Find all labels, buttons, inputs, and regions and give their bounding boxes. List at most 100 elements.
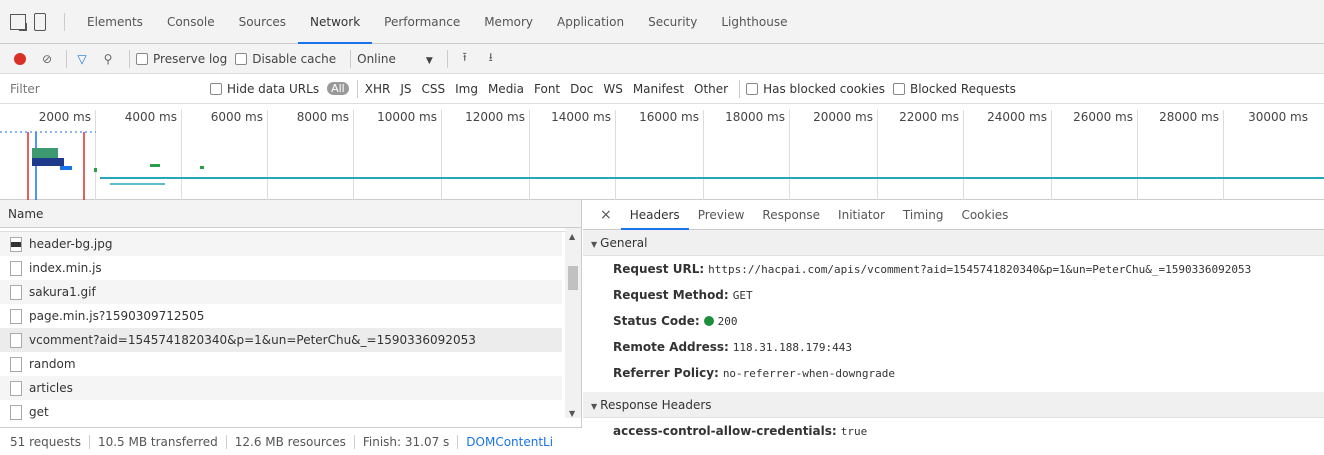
filter-icon[interactable]: ▽ bbox=[71, 52, 93, 66]
tab-headers[interactable]: Headers bbox=[620, 200, 689, 230]
tab-response[interactable]: Response bbox=[753, 200, 829, 230]
tab-network[interactable]: Network bbox=[298, 0, 373, 44]
request-name: sakura1.gif bbox=[29, 285, 96, 299]
filter-type-other[interactable]: Other bbox=[689, 82, 733, 96]
filter-type-xhr[interactable]: XHR bbox=[360, 82, 396, 96]
header-value: 200 bbox=[717, 315, 738, 328]
general-section-header[interactable]: ▼ General bbox=[583, 230, 1324, 256]
preserve-log-checkbox[interactable] bbox=[136, 52, 148, 65]
disable-cache-checkbox[interactable] bbox=[235, 52, 248, 65]
finish-time: Finish: 31.07 s bbox=[362, 434, 450, 449]
request-row[interactable]: page.min.js?1590309712505 bbox=[0, 304, 562, 328]
divider bbox=[446, 49, 448, 68]
tab-performance[interactable]: Performance bbox=[372, 0, 472, 44]
waterfall-bar bbox=[200, 166, 204, 169]
header-row: access-control-allow-credentials: true bbox=[583, 418, 1324, 444]
filter-type-ws[interactable]: WS bbox=[598, 82, 627, 96]
filter-input[interactable] bbox=[10, 81, 210, 96]
request-row[interactable]: articles bbox=[0, 376, 562, 400]
record-icon[interactable] bbox=[14, 52, 26, 65]
request-list-scrollbar[interactable]: ▲ ▼ bbox=[565, 228, 581, 418]
scroll-down-icon[interactable]: ▼ bbox=[569, 409, 575, 418]
has-blocked-cookies-checkbox[interactable] bbox=[746, 82, 759, 95]
divider bbox=[225, 434, 227, 449]
network-summary-bar: 51 requests 10.5 MB transferred 12.6 MB … bbox=[0, 427, 582, 455]
tab-lighthouse[interactable]: Lighthouse bbox=[709, 0, 799, 44]
header-row: Request URL: https://hacpai.com/apis/vcom… bbox=[583, 256, 1324, 282]
filter-type-font[interactable]: Font bbox=[529, 82, 565, 96]
close-icon[interactable]: × bbox=[591, 200, 621, 230]
request-name: header-bg.jpg bbox=[29, 237, 113, 251]
tab-sources[interactable]: Sources bbox=[227, 0, 298, 44]
tab-application[interactable]: Application bbox=[545, 0, 636, 44]
hide-data-urls-toggle[interactable]: Hide data URLs bbox=[210, 82, 319, 96]
tab-memory[interactable]: Memory bbox=[472, 0, 545, 44]
filter-type-js[interactable]: JS bbox=[395, 82, 416, 96]
filter-type-media[interactable]: Media bbox=[483, 82, 529, 96]
file-icon bbox=[10, 260, 22, 276]
header-key: Status Code: bbox=[613, 314, 700, 328]
expand-triangle-icon: ▼ bbox=[591, 402, 598, 411]
request-name: get bbox=[29, 405, 49, 419]
import-har-icon[interactable]: ⭱ bbox=[454, 48, 476, 69]
waterfall-overview-graphic bbox=[0, 131, 1324, 200]
request-row[interactable]: sakura1.gif bbox=[0, 280, 562, 304]
request-row[interactable]: index.min.js bbox=[0, 256, 562, 280]
waterfall-bar bbox=[32, 158, 64, 166]
export-har-icon[interactable]: ⭳ bbox=[480, 48, 502, 69]
header-key: Request Method: bbox=[613, 288, 729, 302]
has-blocked-cookies-label: Has blocked cookies bbox=[763, 81, 885, 96]
filter-type-css[interactable]: CSS bbox=[416, 82, 450, 96]
tab-security[interactable]: Security bbox=[636, 0, 709, 44]
waterfall-bar bbox=[32, 148, 58, 158]
request-row[interactable]: get bbox=[0, 400, 562, 424]
transferred-size: 10.5 MB transferred bbox=[97, 434, 218, 449]
clear-icon[interactable]: ⊘ bbox=[36, 52, 58, 66]
device-toolbar-icon[interactable] bbox=[34, 12, 46, 31]
resources-size: 12.6 MB resources bbox=[234, 434, 346, 449]
tab-elements[interactable]: Elements bbox=[75, 0, 155, 44]
request-name: page.min.js?1590309712505 bbox=[29, 309, 205, 323]
hide-data-urls-checkbox[interactable] bbox=[210, 82, 222, 95]
tab-console[interactable]: Console bbox=[155, 0, 227, 44]
header-value: true bbox=[840, 425, 868, 438]
request-row-selected[interactable]: vcomment?aid=1545741820340&p=1&un=PeterC… bbox=[0, 328, 562, 352]
header-value: no-referrer-when-downgrade bbox=[722, 367, 895, 380]
inspect-element-icon[interactable] bbox=[10, 13, 27, 31]
filter-type-manifest[interactable]: Manifest bbox=[628, 82, 689, 96]
disable-cache-toggle[interactable]: Disable cache bbox=[235, 52, 336, 66]
blocked-requests-label: Blocked Requests bbox=[909, 81, 1016, 96]
scroll-thumb[interactable] bbox=[568, 266, 578, 290]
name-column-header[interactable]: Name bbox=[0, 200, 581, 228]
has-blocked-cookies-toggle[interactable]: Has blocked cookies bbox=[746, 82, 885, 96]
tab-preview[interactable]: Preview bbox=[689, 200, 754, 230]
throttling-select[interactable]: Online ▼ bbox=[357, 52, 433, 66]
network-overview[interactable]: 2000 ms 4000 ms 6000 ms 8000 ms 10000 ms… bbox=[0, 104, 1324, 200]
image-file-icon bbox=[10, 236, 22, 252]
filter-type-doc[interactable]: Doc bbox=[565, 82, 598, 96]
filter-type-img[interactable]: Img bbox=[450, 82, 483, 96]
request-row[interactable]: header-bg.jpg bbox=[0, 232, 562, 256]
blocked-requests-checkbox[interactable] bbox=[892, 82, 905, 95]
file-icon bbox=[10, 356, 22, 372]
chevron-down-icon: ▼ bbox=[425, 55, 433, 66]
divider bbox=[66, 49, 67, 68]
file-icon bbox=[10, 308, 22, 324]
header-row: Request Method: GET bbox=[583, 282, 1324, 308]
section-title: Response Headers bbox=[600, 398, 712, 412]
filter-type-all[interactable]: All bbox=[327, 82, 349, 95]
header-key: Remote Address: bbox=[613, 340, 729, 354]
scroll-up-icon[interactable]: ▲ bbox=[569, 232, 575, 241]
request-row[interactable]: random bbox=[0, 352, 562, 376]
search-icon[interactable]: ⚲ bbox=[97, 52, 119, 66]
blocked-requests-toggle[interactable]: Blocked Requests bbox=[892, 81, 1016, 96]
network-toolbar: ⊘ ▽ ⚲ Preserve log Disable cache Online ▼… bbox=[0, 44, 1324, 74]
preserve-log-toggle[interactable]: Preserve log bbox=[136, 52, 227, 66]
response-headers-section-header[interactable]: ▼ Response Headers bbox=[583, 392, 1324, 418]
tab-timing[interactable]: Timing bbox=[894, 200, 953, 230]
header-value: GET bbox=[732, 289, 753, 302]
file-icon bbox=[10, 284, 22, 300]
tab-initiator[interactable]: Initiator bbox=[829, 200, 894, 230]
tab-cookies[interactable]: Cookies bbox=[952, 200, 1017, 230]
request-count: 51 requests bbox=[10, 434, 81, 449]
